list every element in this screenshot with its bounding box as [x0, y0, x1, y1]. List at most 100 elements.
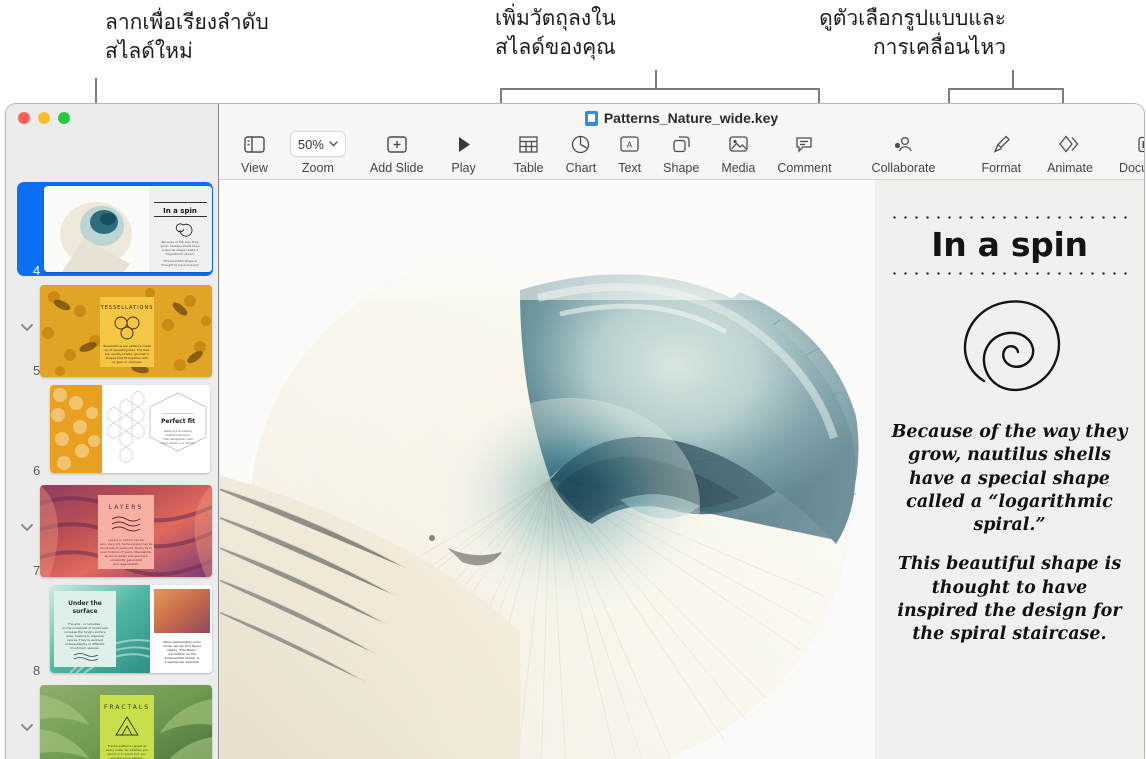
current-slide[interactable]: In a spin Because of the way they grow, …: [220, 180, 1144, 759]
chevron-down-icon[interactable]: [20, 523, 34, 532]
toolbar-shape-label: Shape: [663, 161, 699, 175]
toolbar-format-button[interactable]: Format: [981, 132, 1021, 175]
animate-icon: [1059, 132, 1081, 156]
slide-number-label: 8: [33, 663, 40, 678]
thumbnail-image: FRACTALS Fractal patterns repeat at ever…: [40, 685, 212, 759]
slide-canvas[interactable]: In a spin Because of the way they grow, …: [220, 180, 1144, 759]
chevron-down-icon[interactable]: [20, 323, 34, 332]
toolbar-chart-label: Chart: [566, 161, 597, 175]
play-icon: [456, 132, 472, 156]
slide-thumbnail-5[interactable]: 5: [6, 281, 219, 381]
keynote-document-icon: [585, 111, 598, 126]
callout-3-bracket-top: [948, 88, 1064, 90]
callout-2-leader-line: [655, 70, 657, 90]
toolbar: Patterns_Nature_wide.key View 50%: [219, 104, 1144, 180]
toolbar-table-button[interactable]: Table: [514, 132, 544, 175]
zoom-value: 50%: [298, 137, 324, 152]
add-slide-icon: [387, 132, 407, 156]
callout-3-bracket-left: [948, 88, 950, 104]
toolbar-animate-label: Animate: [1047, 161, 1093, 175]
toolbar-text-button[interactable]: A Text: [618, 132, 641, 175]
table-icon: [519, 132, 538, 156]
window-controls: [18, 112, 70, 124]
toolbar-media-button[interactable]: Media: [721, 132, 755, 175]
toolbar-format-label: Format: [981, 161, 1021, 175]
sidebar-view-icon: [244, 132, 265, 156]
callout-add-objects: เพิ่มวัตถุลงใน สไลด์ของคุณ: [495, 4, 616, 62]
svg-text:In a spin: In a spin: [163, 207, 197, 215]
thumbnail-image: LAYERS Layers in nature can be very, ver…: [40, 485, 212, 577]
slide-thumbnail-9[interactable]: FRACTALS Fractal patterns repeat at ever…: [6, 681, 219, 759]
toolbar-media-label: Media: [721, 161, 755, 175]
callout-2-bracket-top: [500, 88, 820, 90]
slide-thumbnail-6[interactable]: 6: [6, 381, 219, 481]
zoom-percent-popup[interactable]: 50%: [290, 131, 346, 157]
toolbar-animate-button[interactable]: Animate: [1047, 132, 1093, 175]
toolbar-add-slide-label: Add Slide: [370, 161, 424, 175]
slide-number-label: 4: [33, 263, 40, 278]
window-title-bar: Patterns_Nature_wide.key: [219, 110, 1144, 126]
logarithmic-spiral-icon: [944, 289, 1076, 411]
svg-text:LAYERS: LAYERS: [109, 504, 144, 511]
callout-2-bracket-left: [500, 88, 502, 104]
slide-thumbnail-7[interactable]: 7: [6, 481, 219, 581]
toolbar-shape-button[interactable]: Shape: [663, 132, 699, 175]
svg-text:and regenerated.: and regenerated.: [113, 562, 139, 566]
thumbnail-image: Perfect fit Bees are excellent mathemati…: [50, 385, 210, 473]
toolbar-table-label: Table: [514, 161, 544, 175]
zoom-chip[interactable]: 50%: [290, 132, 346, 156]
svg-text:surface: surface: [72, 608, 97, 615]
slide-thumbnail-list[interactable]: 4: [6, 180, 219, 759]
slide-thumbnail-8[interactable]: 8: [6, 581, 219, 681]
toolbar-collaborate-label: Collaborate: [872, 161, 936, 175]
svg-text:a spectacular example.: a spectacular example.: [164, 660, 199, 664]
media-icon: [729, 132, 748, 156]
toolbar-comment-button[interactable]: Comment: [777, 132, 831, 175]
close-button[interactable]: [18, 112, 30, 124]
toolbar-play-button[interactable]: Play: [451, 132, 475, 175]
callout-1-leader-line: [95, 78, 97, 106]
slide-paragraph-1: Because of the way they grow, nautilus s…: [889, 421, 1130, 537]
svg-text:"logarithmic spiral.": "logarithmic spiral.": [165, 252, 195, 256]
toolbar-zoom-label: Zoom: [302, 161, 334, 175]
chart-icon: [571, 132, 590, 156]
slide-navigator-sidebar[interactable]: 4: [6, 104, 219, 759]
keynote-window: 4: [5, 103, 1145, 759]
svg-text:FRACTALS: FRACTALS: [104, 704, 150, 711]
toolbar-document-label: Document: [1119, 161, 1145, 175]
svg-text:thought to have inspired: thought to have inspired: [162, 263, 199, 267]
callout-2-bracket-right: [818, 88, 820, 104]
svg-text:Under the: Under the: [68, 600, 102, 607]
title-divider-top: [889, 216, 1130, 219]
toolbar-chart-button[interactable]: Chart: [566, 132, 597, 175]
svg-text:Perfect fit: Perfect fit: [161, 418, 195, 425]
document-icon: [1138, 132, 1145, 156]
chevron-down-icon: [329, 141, 338, 147]
nautilus-shell-image[interactable]: [220, 180, 875, 759]
toolbar-view-button[interactable]: View: [241, 132, 268, 175]
toolbar-zoom-control[interactable]: 50% Zoom: [290, 132, 346, 175]
svg-text:TESSELLATIONS: TESSELLATIONS: [100, 305, 154, 311]
chevron-down-icon[interactable]: [20, 723, 34, 732]
thumbnail-image: Under the surface The gills - or lamella…: [50, 585, 212, 673]
svg-text:no gaps or overlaps.: no gaps or overlaps.: [112, 360, 143, 364]
slide-paragraph-2: This beautiful shape is thought to have …: [889, 553, 1130, 646]
toolbar-view-label: View: [241, 161, 268, 175]
title-divider-bottom: [889, 272, 1130, 275]
toolbar-collaborate-button[interactable]: Collaborate: [872, 132, 936, 175]
thumbnail-image: In a spin Because of the way they grow, …: [44, 186, 212, 272]
document-title: Patterns_Nature_wide.key: [604, 110, 778, 126]
slide-number-label: 6: [33, 463, 40, 478]
callout-3-bracket-right: [1062, 88, 1064, 104]
toolbar-play-label: Play: [451, 161, 475, 175]
toolbar-comment-label: Comment: [777, 161, 831, 175]
minimize-button[interactable]: [38, 112, 50, 124]
comment-icon: [795, 132, 813, 156]
slide-title: In a spin: [889, 225, 1130, 264]
slide-text-column[interactable]: In a spin Because of the way they grow, …: [875, 180, 1144, 759]
toolbar-document-button[interactable]: Document: [1119, 132, 1145, 175]
text-icon: A: [620, 132, 639, 156]
toolbar-add-slide-button[interactable]: Add Slide: [370, 132, 424, 175]
zoom-button[interactable]: [58, 112, 70, 124]
slide-thumbnail-4[interactable]: 4: [6, 180, 219, 281]
